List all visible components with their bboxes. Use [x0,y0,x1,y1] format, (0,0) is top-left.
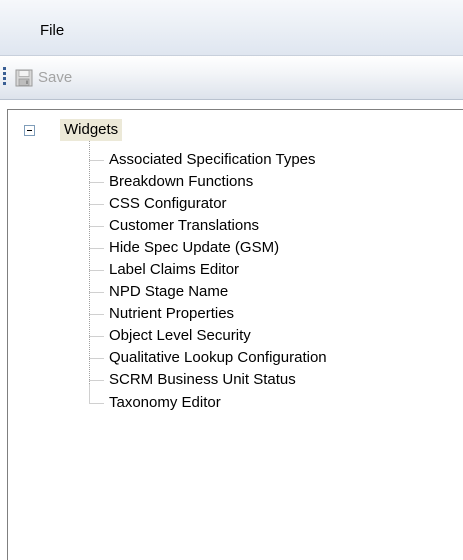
tree-item[interactable]: Associated Specification Types [109,151,316,169]
tree-item[interactable]: Nutrient Properties [109,305,234,323]
floppy-disk-icon [15,69,33,87]
tree-item[interactable]: Customer Translations [109,217,259,235]
tree-item[interactable]: Qualitative Lookup Configuration [109,349,327,367]
tree-item[interactable]: NPD Stage Name [109,283,228,301]
tree-item[interactable]: Breakdown Functions [109,173,253,191]
save-button[interactable]: Save [15,66,72,90]
tree-item[interactable]: Taxonomy Editor [109,394,221,412]
tree-item[interactable]: SCRM Business Unit Status [109,371,296,389]
toolbar: Save [0,56,463,100]
tree-item[interactable]: Hide Spec Update (GSM) [109,239,279,257]
toolbar-grip-handle[interactable] [3,67,7,87]
tree-collapse-toggle[interactable] [24,125,35,136]
tree-item[interactable]: Label Claims Editor [109,261,239,279]
menu-bar: File [0,0,463,56]
tree-item[interactable]: CSS Configurator [109,195,227,213]
menu-file[interactable]: File [40,22,64,40]
tree-root-widgets[interactable]: Widgets [60,119,123,141]
tree-item[interactable]: Object Level Security [109,327,251,345]
save-button-label: Save [38,69,73,86]
